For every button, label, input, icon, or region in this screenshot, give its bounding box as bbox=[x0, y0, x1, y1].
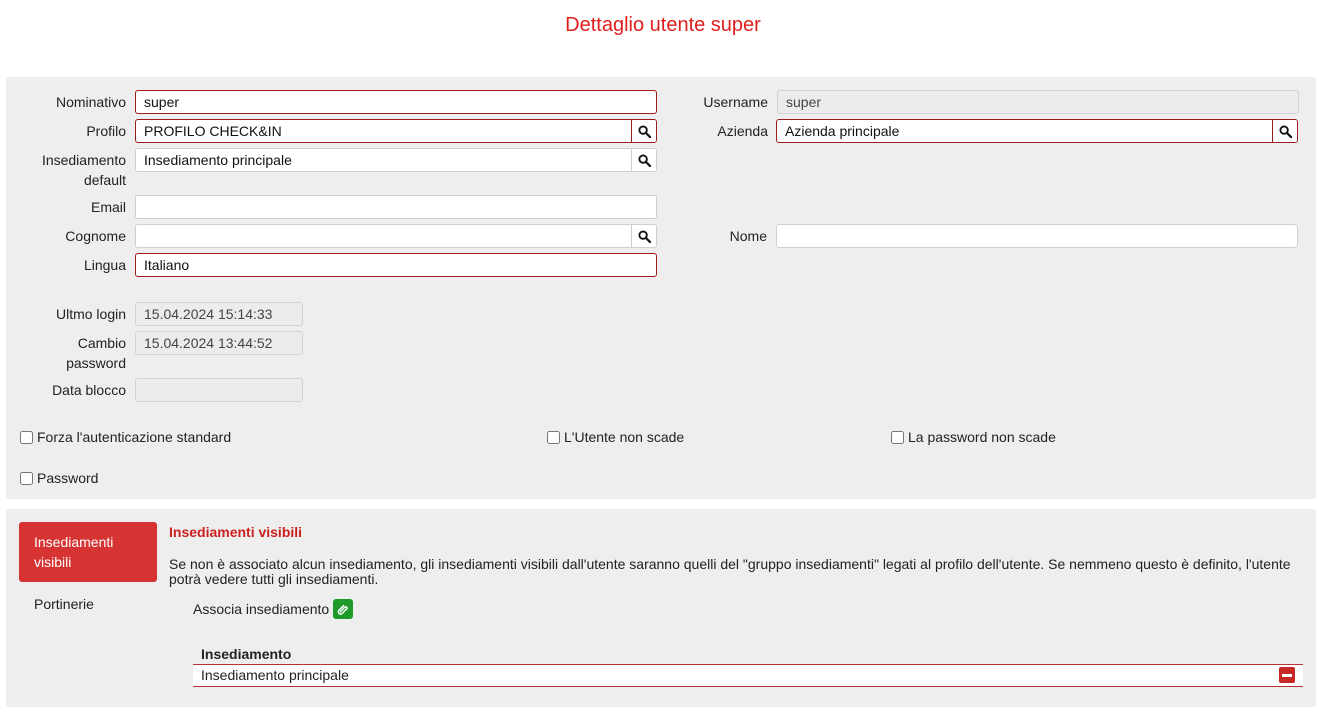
search-icon bbox=[1278, 124, 1292, 138]
insediamento-default-value: Insediamento principale bbox=[144, 152, 292, 168]
insediamento-default-label: Insediamento default bbox=[20, 150, 126, 190]
cambio-password-label-line1: Cambio bbox=[77, 335, 126, 351]
nominativo-input[interactable]: super bbox=[135, 90, 657, 114]
password-non-scade-checkbox-input[interactable] bbox=[891, 430, 904, 444]
tab-insediamenti-visibili-line2: visibili bbox=[34, 554, 72, 570]
profilo-value: PROFILO CHECK&IN bbox=[144, 123, 282, 139]
insediamento-default-lookup-button[interactable] bbox=[631, 149, 656, 171]
tab-insediamenti-visibili[interactable]: Insediamenti visibili bbox=[19, 522, 157, 582]
data-blocco-label: Data blocco bbox=[52, 382, 126, 398]
ultimo-login-field: 15.04.2024 15:14:33 bbox=[135, 302, 303, 326]
password-checkbox[interactable]: Password bbox=[20, 470, 98, 486]
username-label: Username bbox=[703, 94, 768, 110]
ultimo-login-label: Ultmo login bbox=[55, 306, 126, 322]
forza-auth-checkbox-input[interactable] bbox=[20, 430, 33, 444]
password-non-scade-label: La password non scade bbox=[908, 429, 1056, 445]
section-description: Se non è associato alcun insediamento, g… bbox=[169, 556, 1291, 587]
paperclip-icon bbox=[337, 604, 348, 615]
section-title: Insediamenti visibili bbox=[169, 524, 303, 540]
remove-row-button[interactable] bbox=[1279, 667, 1295, 683]
forza-auth-label: Forza l'autenticazione standard bbox=[37, 429, 232, 445]
utente-non-scade-checkbox-input[interactable] bbox=[547, 430, 560, 444]
nome-input[interactable] bbox=[776, 224, 1298, 248]
email-label: Email bbox=[90, 199, 126, 215]
minus-icon bbox=[1282, 673, 1292, 677]
azienda-value: Azienda principale bbox=[785, 123, 900, 139]
cognome-input[interactable] bbox=[135, 224, 657, 248]
cambio-password-label-line2: password bbox=[66, 355, 126, 371]
table-cell-insediamento: Insediamento principale bbox=[201, 667, 349, 683]
azienda-label: Azienda bbox=[717, 123, 768, 139]
profilo-label: Profilo bbox=[86, 123, 126, 139]
data-blocco-field bbox=[135, 378, 303, 402]
table-header-insediamento: Insediamento bbox=[193, 644, 1303, 665]
lingua-label: Lingua bbox=[83, 257, 126, 273]
tab-insediamenti-visibili-line1: Insediamenti bbox=[34, 534, 114, 550]
insediamento-default-label-line1: Insediamento bbox=[41, 152, 126, 168]
tab-portinerie[interactable]: Portinerie bbox=[34, 596, 94, 612]
azienda-input[interactable]: Azienda principale bbox=[776, 119, 1298, 143]
azienda-lookup-button[interactable] bbox=[1272, 120, 1297, 142]
cognome-lookup-button[interactable] bbox=[631, 225, 656, 247]
insediamento-default-label-line2: default bbox=[83, 172, 126, 188]
table-row: Insediamento principale bbox=[193, 665, 1303, 687]
cambio-password-label: Cambio password bbox=[20, 333, 126, 373]
forza-auth-checkbox[interactable]: Forza l'autenticazione standard bbox=[20, 429, 231, 445]
insediamento-default-input[interactable]: Insediamento principale bbox=[135, 148, 657, 172]
associa-insediamento: Associa insediamento bbox=[193, 599, 354, 619]
utente-non-scade-label: L'Utente non scade bbox=[564, 429, 685, 445]
password-checkbox-input[interactable] bbox=[20, 471, 33, 485]
associa-insediamento-button[interactable] bbox=[333, 599, 354, 619]
profilo-input[interactable]: PROFILO CHECK&IN bbox=[135, 119, 657, 143]
username-field: super bbox=[777, 90, 1299, 114]
utente-non-scade-checkbox[interactable]: L'Utente non scade bbox=[547, 429, 684, 445]
page-title: Dettaglio utente super bbox=[565, 14, 761, 36]
email-input[interactable] bbox=[135, 195, 657, 219]
cambio-password-field: 15.04.2024 13:44:52 bbox=[135, 331, 303, 355]
search-icon bbox=[637, 229, 651, 243]
password-non-scade-checkbox[interactable]: La password non scade bbox=[891, 429, 1056, 445]
lingua-select[interactable]: Italiano bbox=[135, 253, 657, 277]
search-icon bbox=[637, 153, 651, 167]
password-checkbox-label: Password bbox=[37, 470, 99, 486]
associa-insediamento-label: Associa insediamento bbox=[193, 601, 330, 617]
nome-label: Nome bbox=[729, 228, 767, 244]
nominativo-label: Nominativo bbox=[55, 94, 126, 110]
cognome-label: Cognome bbox=[65, 228, 126, 244]
profilo-lookup-button[interactable] bbox=[631, 120, 656, 142]
search-icon bbox=[637, 124, 651, 138]
